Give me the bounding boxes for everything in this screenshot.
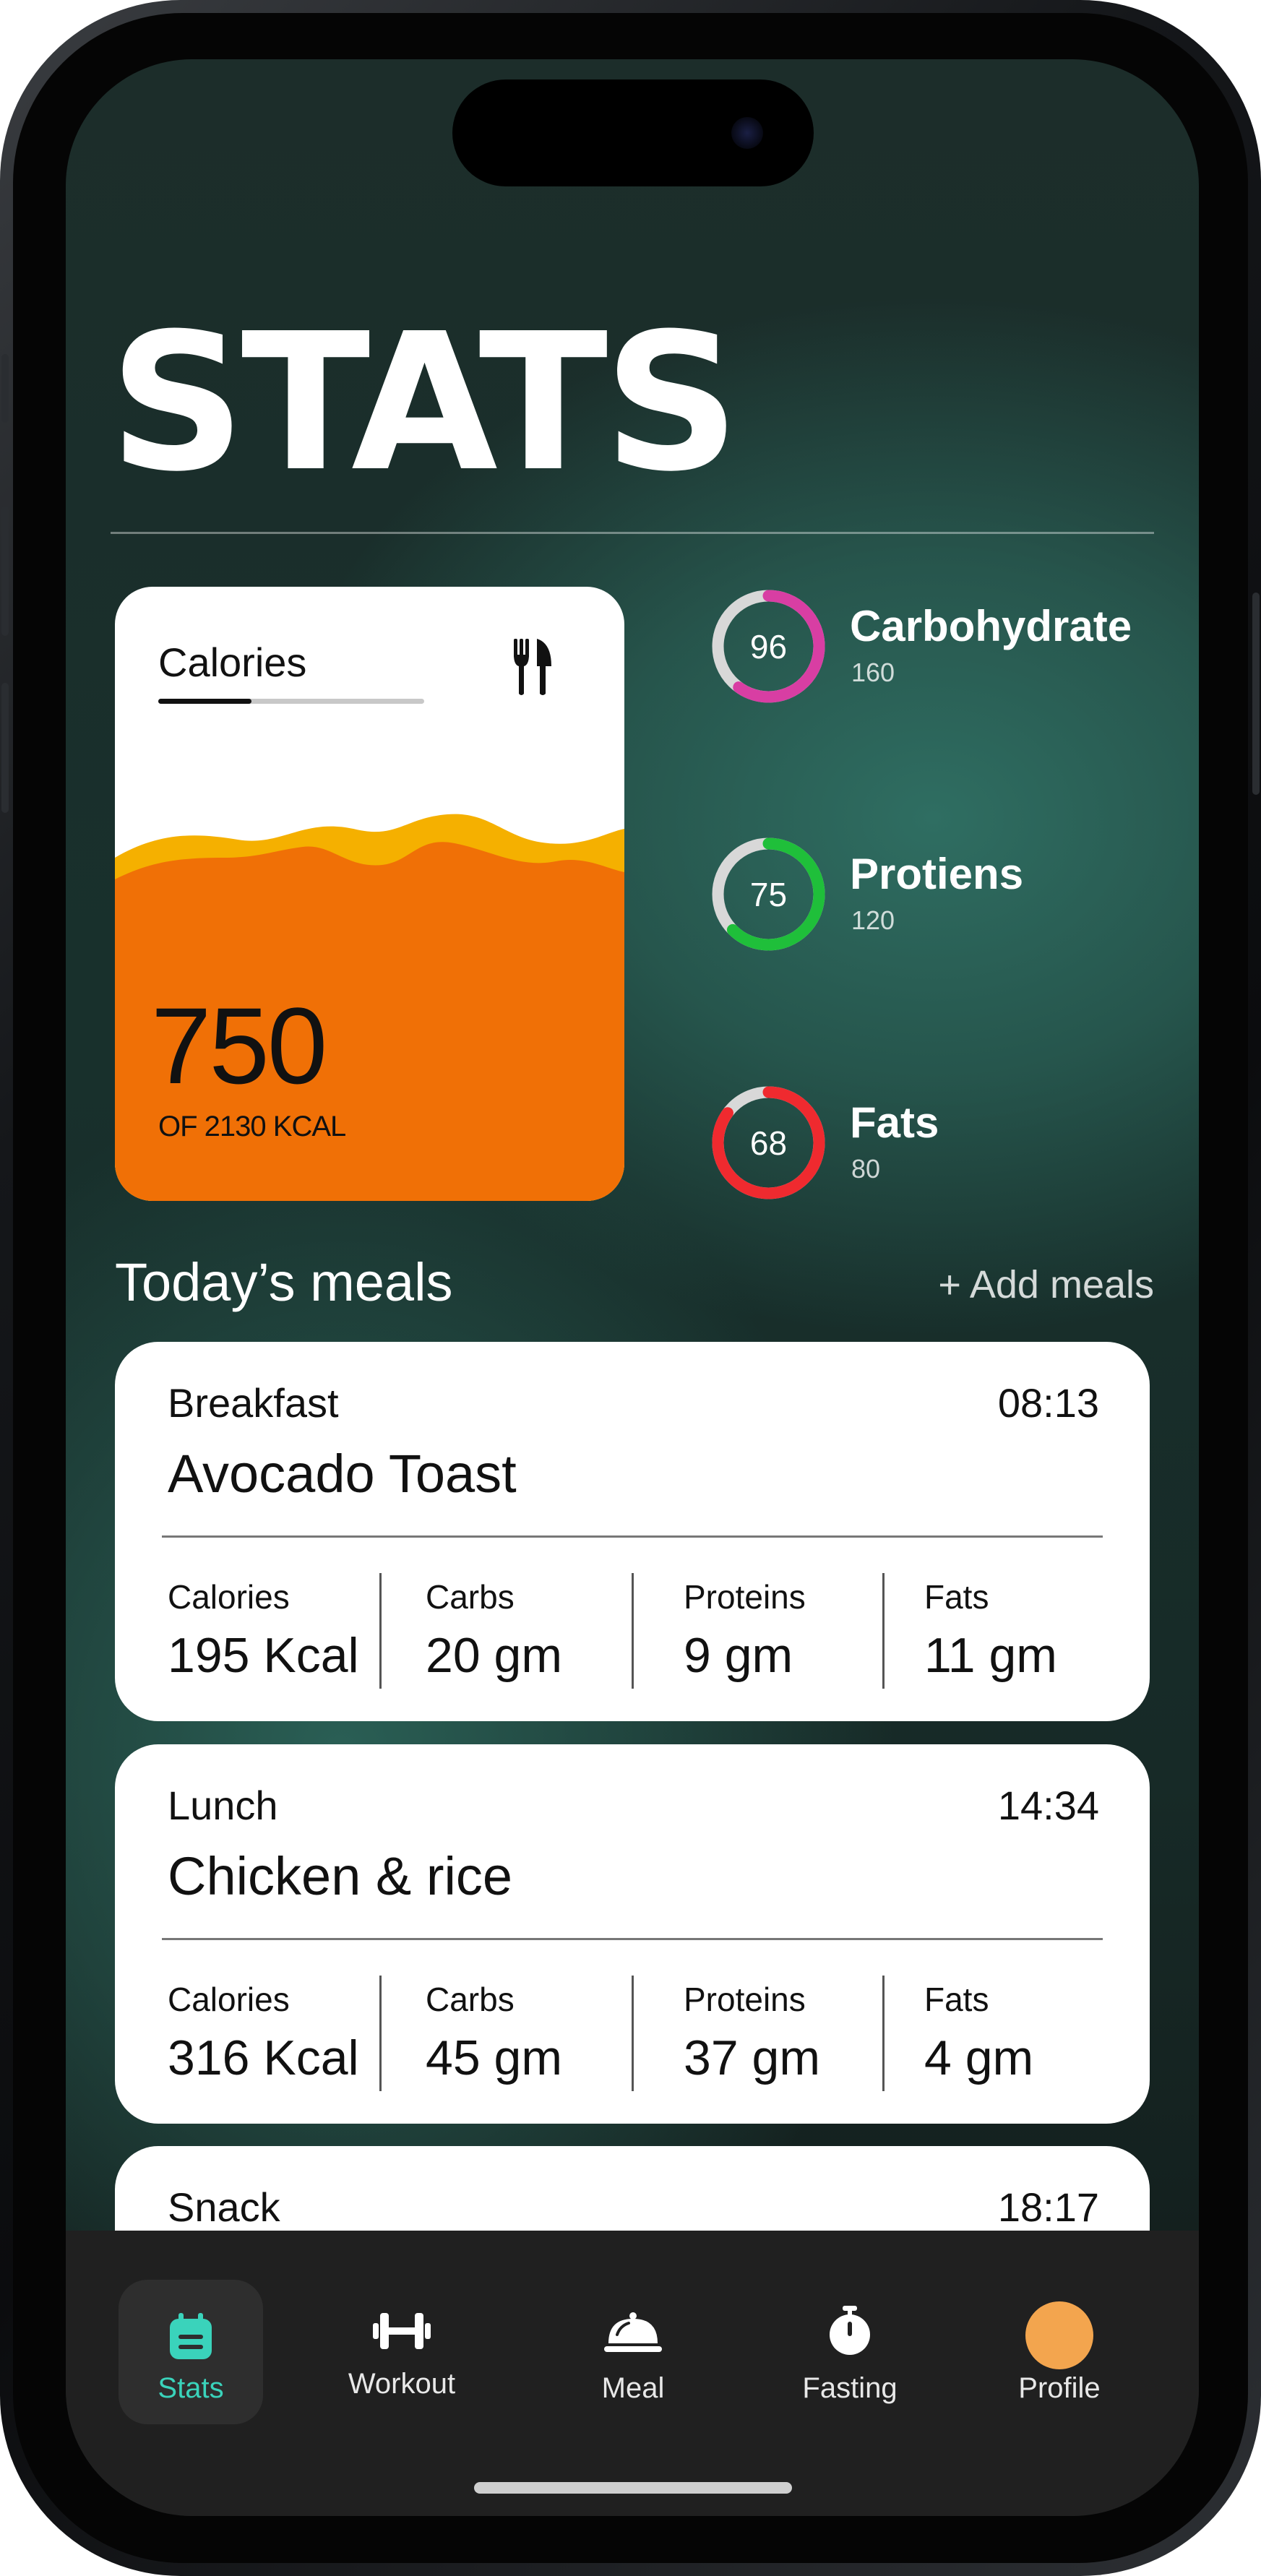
fats-value: 68 <box>749 1124 788 1162</box>
stat-separator <box>379 1976 382 2091</box>
carbohydrate-value: 96 <box>749 627 788 665</box>
fats-label: Fats <box>850 1098 939 1147</box>
dumbbell-icon <box>373 2313 431 2349</box>
stat-label: Fats <box>924 1981 989 2018</box>
meal-divider <box>162 1535 1103 1538</box>
action-button <box>1 354 9 423</box>
fats-goal: 80 <box>851 1154 881 1184</box>
stat-value: 195 Kcal <box>168 1628 359 1683</box>
stat-label: Calories <box>168 1578 290 1616</box>
add-meals-button[interactable]: + Add meals <box>938 1262 1154 1307</box>
meal-divider <box>162 1938 1103 1940</box>
meal-type: Snack <box>168 2184 280 2230</box>
volume-up-button <box>1 506 9 636</box>
tab-label: Profile <box>1018 2372 1101 2404</box>
tab-label: Meal <box>601 2372 665 2404</box>
stat-value: 4 gm <box>924 2030 1034 2085</box>
stat-separator <box>379 1573 382 1689</box>
stat-label: Fats <box>924 1578 989 1616</box>
cloche-icon <box>604 2312 662 2352</box>
meal-card-breakfast[interactable]: Breakfast 08:13 Avocado Toast Calories 1… <box>115 1342 1150 1721</box>
dynamic-island <box>452 79 814 186</box>
calories-progress-fill <box>158 699 251 704</box>
meal-name: Chicken & rice <box>168 1846 513 1906</box>
proteins-value: 75 <box>749 875 788 913</box>
meal-stat-carbs: Carbs 20 gm <box>426 1580 562 1680</box>
stat-label: Carbs <box>426 1578 515 1616</box>
stat-value: 316 Kcal <box>168 2030 359 2085</box>
carbohydrate-ring: 96 <box>709 587 828 706</box>
page-title: STATS <box>109 293 740 513</box>
stopwatch-icon <box>830 2306 870 2355</box>
meal-time: 08:13 <box>997 1380 1099 1426</box>
tab-fasting[interactable]: Fasting <box>781 2280 918 2424</box>
macro-carbohydrate[interactable]: 96 Carbohydrate 160 <box>709 587 1171 710</box>
meal-stat-carbs: Carbs 45 gm <box>426 1983 562 2082</box>
meal-name: Avocado Toast <box>168 1444 517 1504</box>
meal-stat-proteins: Proteins 37 gm <box>684 1983 820 2082</box>
meal-time: 18:17 <box>997 2184 1099 2230</box>
stat-value: 9 gm <box>684 1628 793 1683</box>
calories-progress-bar <box>158 699 424 704</box>
tab-label: Stats <box>158 2372 224 2404</box>
cutlery-icon <box>514 639 551 695</box>
calendar-icon <box>170 2313 212 2359</box>
meal-card-lunch[interactable]: Lunch 14:34 Chicken & rice Calories 316 … <box>115 1744 1150 2124</box>
stat-label: Proteins <box>684 1981 806 2018</box>
meal-stat-calories: Calories 195 Kcal <box>168 1580 359 1680</box>
avatar-icon <box>1025 2301 1093 2369</box>
power-button <box>1252 593 1260 795</box>
stat-label: Carbs <box>426 1981 515 2018</box>
meal-stat-fats: Fats 4 gm <box>924 1983 1033 2082</box>
carbohydrate-label: Carbohydrate <box>850 602 1132 650</box>
fats-ring: 68 <box>709 1083 828 1202</box>
camera-icon <box>731 117 763 149</box>
stat-label: Calories <box>168 1981 290 2018</box>
stat-label: Proteins <box>684 1578 806 1616</box>
stat-value: 11 gm <box>924 1628 1057 1683</box>
calories-card[interactable]: Calories 750 OF 2130 KCAL <box>115 587 624 1201</box>
stat-value: 45 gm <box>426 2030 562 2085</box>
calories-value: 750 <box>151 985 327 1106</box>
meal-time: 14:34 <box>997 1783 1099 1828</box>
meal-stat-calories: Calories 316 Kcal <box>168 1983 359 2082</box>
title-divider <box>111 532 1154 534</box>
calories-goal: OF 2130 KCAL <box>158 1111 346 1142</box>
macro-fats[interactable]: 68 Fats 80 <box>709 1083 1171 1206</box>
macro-proteins[interactable]: 75 Protiens 120 <box>709 835 1171 957</box>
phone-frame: STATS Calories 750 OF 2130 KCAL 96 Carbo… <box>0 0 1261 2576</box>
calories-label: Calories <box>158 639 307 685</box>
tab-profile[interactable]: Profile <box>991 2280 1128 2424</box>
meal-type: Breakfast <box>168 1380 339 1426</box>
tab-meal[interactable]: Meal <box>564 2280 702 2424</box>
home-indicator[interactable] <box>474 2482 792 2494</box>
meal-stat-proteins: Proteins 9 gm <box>684 1580 806 1680</box>
tab-stats[interactable]: Stats <box>119 2280 263 2424</box>
stat-value: 37 gm <box>684 2030 820 2085</box>
meals-section-title: Today’s meals <box>115 1252 453 1312</box>
meal-type: Lunch <box>168 1783 278 1828</box>
proteins-goal: 120 <box>851 905 895 935</box>
tab-bar: Stats Workout Meal Fasting Profile <box>66 2231 1199 2516</box>
meal-stat-fats: Fats 11 gm <box>924 1580 1057 1680</box>
tab-workout[interactable]: Workout <box>333 2280 470 2424</box>
proteins-ring: 75 <box>709 835 828 954</box>
stat-separator <box>632 1976 634 2091</box>
stat-separator <box>632 1573 634 1689</box>
stat-separator <box>882 1573 885 1689</box>
tab-label: Fasting <box>802 2372 898 2404</box>
carbohydrate-goal: 160 <box>851 658 895 687</box>
stat-value: 20 gm <box>426 1628 562 1683</box>
volume-down-button <box>1 683 9 813</box>
app-screen: STATS Calories 750 OF 2130 KCAL 96 Carbo… <box>66 59 1199 2516</box>
proteins-label: Protiens <box>850 850 1024 898</box>
tab-label: Workout <box>348 2368 456 2400</box>
stat-separator <box>882 1976 885 2091</box>
